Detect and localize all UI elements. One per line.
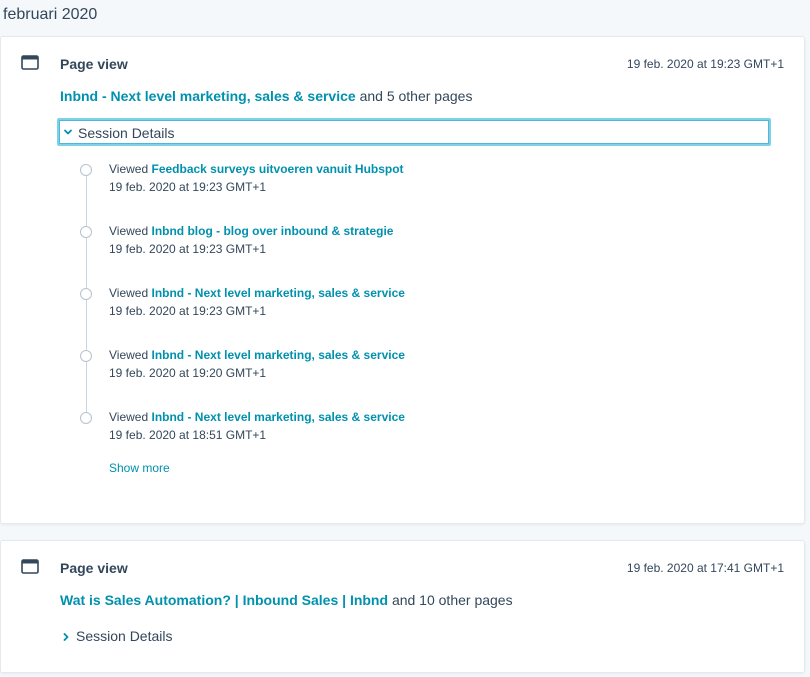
month-heading: februari 2020	[3, 6, 98, 23]
timeline-page-link[interactable]: Feedback surveys uitvoeren vanuit Hubspo…	[151, 162, 403, 176]
show-more-link[interactable]: Show more	[109, 461, 170, 475]
session-details-label: Session Details	[76, 628, 173, 644]
timeline-dot	[80, 164, 92, 176]
chevron-right-icon	[63, 633, 69, 641]
session-details-label: Session Details	[78, 125, 175, 141]
timeline-item: Viewed Inbnd - Next level marketing, sal…	[80, 286, 680, 328]
summary-suffix: and 5 other pages	[359, 88, 473, 104]
viewed-prefix: Viewed	[109, 286, 149, 300]
timeline-page-link[interactable]: Inbnd - Next level marketing, sales & se…	[151, 410, 404, 424]
viewed-prefix: Viewed	[109, 410, 149, 424]
page-link[interactable]: Wat is Sales Automation? | Inbound Sales…	[60, 592, 388, 608]
timeline-page-link[interactable]: Inbnd - Next level marketing, sales & se…	[151, 286, 404, 300]
summary-suffix: and 10 other pages	[391, 592, 513, 608]
timeline-time: 19 feb. 2020 at 19:20 GMT+1	[109, 366, 267, 380]
card-summary: Wat is Sales Automation? | Inbound Sales…	[60, 592, 513, 608]
card-title: Page view	[60, 560, 128, 576]
timeline-time: 19 feb. 2020 at 18:51 GMT+1	[109, 428, 267, 442]
timeline-item: Viewed Inbnd - Next level marketing, sal…	[80, 348, 680, 390]
activity-card-page-view: Page view 19 feb. 2020 at 19:23 GMT+1 In…	[0, 36, 805, 524]
session-details-toggle[interactable]: Session Details	[57, 627, 257, 649]
timeline-time: 19 feb. 2020 at 19:23 GMT+1	[109, 304, 267, 318]
timeline-time: 19 feb. 2020 at 19:23 GMT+1	[109, 180, 267, 194]
browser-window-icon	[21, 559, 39, 574]
viewed-prefix: Viewed	[109, 348, 149, 362]
browser-window-icon	[21, 55, 39, 70]
timeline-page-link[interactable]: Inbnd - Next level marketing, sales & se…	[151, 348, 404, 362]
timeline-dot	[80, 226, 92, 238]
timeline-dot	[80, 350, 92, 362]
session-details-toggle[interactable]: Session Details	[57, 118, 771, 146]
viewed-prefix: Viewed	[109, 162, 149, 176]
card-timestamp: 19 feb. 2020 at 19:23 GMT+1	[626, 57, 784, 71]
chevron-down-icon	[64, 129, 72, 135]
timeline-dot	[80, 412, 92, 424]
timeline-item: Viewed Inbnd - Next level marketing, sal…	[80, 410, 680, 452]
activity-card-page-view: Page view 19 feb. 2020 at 17:41 GMT+1 Wa…	[0, 540, 805, 673]
timeline-dot	[80, 288, 92, 300]
timeline-time: 19 feb. 2020 at 19:23 GMT+1	[109, 242, 267, 256]
viewed-prefix: Viewed	[109, 224, 149, 238]
card-summary: Inbnd - Next level marketing, sales & se…	[60, 88, 472, 104]
timeline-page-link[interactable]: Inbnd blog - blog over inbound & strateg…	[151, 224, 393, 238]
timeline-item: Viewed Feedback surveys uitvoeren vanuit…	[80, 162, 680, 204]
timeline-item: Viewed Inbnd blog - blog over inbound & …	[80, 224, 680, 266]
card-title: Page view	[60, 56, 128, 72]
page-link[interactable]: Inbnd - Next level marketing, sales & se…	[60, 88, 356, 104]
card-timestamp: 19 feb. 2020 at 17:41 GMT+1	[626, 561, 784, 575]
